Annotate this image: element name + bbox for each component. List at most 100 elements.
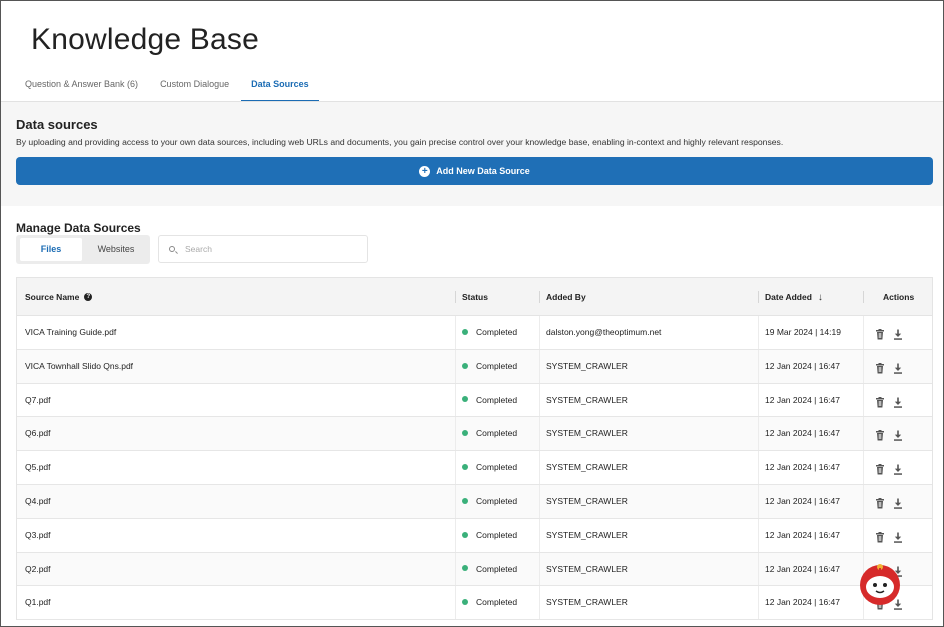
page-title: Knowledge Base (31, 23, 259, 56)
column-divider (455, 484, 456, 518)
status-cell: Completed (462, 553, 517, 586)
date-added-cell: 19 Mar 2024 | 14:19 (765, 327, 841, 337)
status-dot (462, 463, 468, 470)
added-by-cell: SYSTEM_CRAWLER (546, 428, 628, 439)
column-divider (863, 349, 864, 383)
column-divider (758, 586, 759, 620)
download-icon[interactable] (893, 395, 903, 408)
column-source-name-label: Source Name (25, 292, 80, 302)
column-divider (455, 451, 456, 484)
plus-circle-icon: + (419, 165, 431, 177)
tab-qa-bank[interactable]: Question & Answer Bank (6) (15, 71, 148, 102)
download-icon[interactable] (893, 462, 903, 475)
header-divider (863, 291, 864, 303)
status-text: Completed (476, 563, 518, 574)
table-row: VICA Training Guide.pdf Completed dalston.… (17, 316, 932, 350)
source-name-cell[interactable]: VICA Townhall Slido Qns.pdf (25, 350, 133, 383)
question-circle-icon[interactable]: ? (84, 292, 93, 301)
table-row: Q7.pdf Completed SYSTEM_CRAWLER 12 Jan 2024… (17, 383, 932, 418)
source-name-cell[interactable]: Q2.pdf (25, 553, 51, 586)
date-added-cell: 12 Jan 2024 | 16:47 (765, 394, 840, 405)
column-divider (455, 316, 456, 349)
status-text: Completed (476, 529, 518, 540)
manage-sources-title: Manage Data Sources (16, 221, 141, 235)
date-added-cell: 12 Jan 2024 | 16:47 (765, 462, 840, 473)
column-date-added[interactable]: Date Added ↓ (765, 278, 823, 316)
data-sources-description: By uploading and providing access to you… (16, 137, 784, 147)
column-divider (455, 383, 456, 417)
status-text: Completed (476, 597, 518, 608)
trash-icon[interactable] (875, 496, 885, 509)
download-icon[interactable] (893, 361, 903, 374)
trash-icon[interactable] (875, 462, 885, 475)
status-text: Completed (476, 428, 518, 439)
segment-websites[interactable]: Websites (86, 238, 146, 261)
column-added-by: Added By (546, 292, 586, 302)
search-input[interactable] (185, 244, 355, 254)
status-dot (462, 430, 468, 437)
trash-icon[interactable] (875, 361, 885, 374)
add-data-source-button[interactable]: + Add New Data Source (16, 157, 933, 185)
source-name-cell[interactable]: Q5.pdf (25, 451, 51, 484)
status-cell: Completed (462, 350, 517, 383)
column-divider (539, 586, 540, 620)
source-name-cell[interactable]: VICA Training Guide.pdf (25, 316, 116, 349)
column-divider (455, 586, 456, 620)
source-name-cell[interactable]: Q4.pdf (25, 485, 51, 518)
segment-files[interactable]: Files (20, 238, 82, 261)
download-icon[interactable] (893, 428, 903, 442)
column-divider (863, 417, 864, 451)
status-dot (462, 497, 468, 504)
column-divider (539, 417, 540, 451)
column-divider (863, 518, 864, 552)
status-cell: Completed (462, 519, 517, 552)
added-by-cell: SYSTEM_CRAWLER (546, 495, 628, 506)
source-name-cell[interactable]: Q7.pdf (25, 384, 51, 417)
added-by-cell: SYSTEM_CRAWLER (546, 597, 628, 608)
data-sources-table: Source Name? Status Added By Date Added ↓… (16, 277, 933, 621)
date-added-cell: 12 Jan 2024 | 16:47 (765, 597, 840, 608)
status-dot (462, 362, 468, 369)
source-name-cell[interactable]: Q6.pdf (25, 417, 51, 450)
download-icon[interactable] (893, 496, 903, 509)
table-row: Q4.pdf Completed SYSTEM_CRAWLER 12 Jan 2024… (17, 484, 932, 519)
status-cell: Completed (462, 451, 517, 484)
added-by-cell: SYSTEM_CRAWLER (546, 360, 628, 371)
table-row: VICA Townhall Slido Qns.pdf Completed SYST… (17, 349, 932, 384)
status-dot (462, 328, 468, 335)
column-divider (539, 552, 540, 586)
tab-bar: Question & Answer Bank (6) Custom Dialog… (15, 71, 321, 102)
source-name-cell[interactable]: Q3.pdf (25, 519, 51, 552)
status-dot (462, 531, 468, 538)
header-divider (455, 291, 456, 303)
table-row: Q3.pdf Completed SYSTEM_CRAWLER 12 Jan 2024… (17, 518, 932, 553)
added-by-cell: SYSTEM_CRAWLER (546, 462, 628, 473)
download-icon[interactable] (893, 530, 903, 543)
date-added-cell: 12 Jan 2024 | 16:47 (765, 563, 840, 574)
trash-icon[interactable] (875, 530, 885, 543)
search-box (158, 235, 368, 263)
download-icon[interactable] (893, 327, 903, 340)
status-text: Completed (476, 495, 518, 506)
status-cell: Completed (462, 485, 517, 518)
added-by-cell: SYSTEM_CRAWLER (546, 394, 628, 405)
column-divider (539, 316, 540, 349)
trash-icon[interactable] (875, 395, 885, 408)
column-divider (863, 484, 864, 518)
tab-data-sources[interactable]: Data Sources (241, 71, 319, 102)
date-added-cell: 12 Jan 2024 | 16:47 (765, 495, 840, 506)
arrow-down-icon[interactable]: ↓ (818, 279, 823, 317)
column-divider (758, 518, 759, 552)
tab-custom-dialogue[interactable]: Custom Dialogue (150, 71, 239, 102)
table-body: VICA Training Guide.pdf Completed dalston.… (17, 316, 932, 621)
source-name-cell[interactable]: Q1.pdf (25, 586, 51, 619)
trash-icon[interactable] (875, 428, 885, 441)
added-by-cell: SYSTEM_CRAWLER (546, 529, 628, 540)
column-divider (539, 518, 540, 552)
status-cell: Completed (462, 586, 517, 619)
chat-bot-icon[interactable] (858, 563, 902, 607)
column-actions: Actions (883, 292, 915, 302)
column-divider (758, 316, 759, 349)
trash-icon[interactable] (875, 327, 885, 340)
column-divider (863, 451, 864, 484)
